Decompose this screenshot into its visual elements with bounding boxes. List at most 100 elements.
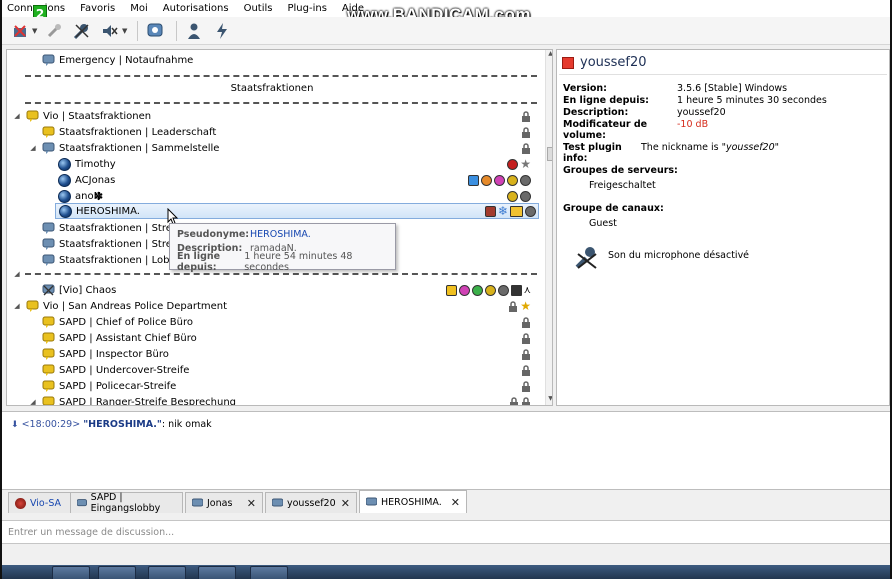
taskbar-app[interactable]	[52, 566, 90, 579]
os-taskbar	[0, 565, 892, 579]
client-name: Timothy	[75, 158, 116, 170]
private-chat-icon	[272, 498, 283, 506]
mic-muted-icon	[575, 247, 597, 269]
status-bar	[2, 545, 890, 565]
tab-heroshima[interactable]: HEROSHIMA. ✕	[359, 490, 467, 513]
scroll-up-icon[interactable]: ▲	[546, 50, 552, 60]
channel-group-label: Groupe de canaux:	[563, 203, 664, 214]
tooltip-nick-label: Pseudonyme:	[177, 228, 250, 240]
online-label: En ligne depuis:	[563, 95, 649, 106]
scroll-thumb[interactable]	[547, 147, 552, 161]
channel-icon	[26, 110, 39, 122]
client-badges	[468, 174, 531, 186]
contacts-button[interactable]	[182, 20, 206, 42]
gun-icon	[510, 284, 522, 296]
channel-row[interactable]: SAPD | Undercover-Streife	[7, 362, 537, 378]
chevron-down-icon[interactable]: ▼	[122, 27, 128, 35]
connection-settings-button[interactable]	[42, 20, 66, 42]
channel-row[interactable]: Emergency | Notaufnahme	[7, 52, 537, 68]
flower-icon: ✽	[94, 189, 104, 203]
menu-plugins[interactable]: Plug-ins	[287, 3, 326, 14]
menu-favoris[interactable]: Favoris	[80, 3, 115, 14]
scroll-down-icon[interactable]: ▼	[546, 395, 552, 405]
lock-icon	[509, 300, 518, 312]
channel-muted-icon	[42, 284, 55, 295]
lock-icon	[521, 142, 531, 154]
channel-name: Staatsfraktionen | Lobby	[59, 254, 182, 266]
badge-icon	[484, 205, 496, 217]
chat-input-container	[2, 520, 890, 544]
channel-badges	[509, 396, 531, 405]
channel-row[interactable]: ◢ Vio | Staatsfraktionen	[7, 108, 537, 124]
collapse-triangle-icon[interactable]: ◢	[29, 398, 37, 405]
client-row-selected[interactable]: HEROSHIMA. ❄	[55, 203, 539, 219]
client-status-icon	[58, 189, 71, 203]
client-row[interactable]: ACJonas	[7, 172, 537, 188]
channel-name: SAPD | Inspector Büro	[59, 348, 169, 360]
collapse-triangle-icon[interactable]: ◢	[13, 112, 21, 120]
channel-row[interactable]: SAPD | Inspector Büro	[7, 346, 537, 362]
hotkey-icon	[217, 22, 227, 39]
channel-row[interactable]: ◢ Vio | San Andreas Police Department ★	[7, 298, 537, 314]
close-icon[interactable]: ✕	[451, 496, 460, 509]
channel-name: Vio | Staatsfraktionen	[43, 110, 152, 122]
channel-name: SAPD | Chief of Police Büro	[59, 316, 193, 328]
disconnect-button[interactable]	[8, 20, 32, 42]
frame-border	[0, 0, 2, 579]
taskbar-app[interactable]	[98, 566, 136, 579]
lock-icon	[522, 396, 530, 405]
mute-speakers-button[interactable]	[98, 20, 122, 42]
tab-jonas[interactable]: Jonas ✕	[185, 492, 263, 513]
lock-icon	[521, 316, 531, 328]
client-badges	[507, 190, 531, 202]
chat-nick[interactable]: "HEROSHIMA."	[83, 419, 162, 430]
channel-name: SAPD | Undercover-Streife	[59, 364, 190, 376]
badge-icon	[520, 190, 531, 202]
collapse-triangle-icon[interactable]: ◢	[13, 302, 21, 310]
badge-icon	[458, 284, 470, 296]
channel-row[interactable]: SAPD | Chief of Police Büro	[7, 314, 537, 330]
description-label: Description:	[563, 107, 629, 118]
client-row[interactable]: anoN ✽	[7, 188, 537, 204]
menu-moi[interactable]: Moi	[130, 3, 148, 14]
channel-row[interactable]: SAPD | Policecar-Streife	[7, 378, 537, 394]
flame-icon	[445, 284, 457, 296]
tab-youssef20[interactable]: youssef20 ✕	[265, 492, 357, 513]
channel-row[interactable]: ◢ SAPD | Ranger-Streife Besprechung	[7, 394, 537, 405]
tab-label: Vio-SA	[30, 497, 62, 509]
channel-icon	[42, 238, 55, 250]
chat-log[interactable]: ⬇ <18:00:29> "HEROSHIMA.": nik omak	[2, 411, 890, 489]
plugin-label: Test plugin info:	[563, 142, 622, 164]
server-icon	[15, 497, 26, 509]
hotkey-button[interactable]	[210, 20, 234, 42]
collapse-triangle-icon[interactable]: ◢	[29, 144, 37, 152]
taskbar-app[interactable]	[148, 566, 186, 579]
tab-sapd-eingangslobby[interactable]: SAPD | Eingangslobby	[70, 492, 183, 514]
spacer-line	[25, 102, 537, 104]
teamspeak-window: Connexions Favoris Moi Autorisations Out…	[0, 0, 892, 579]
badge-icon	[520, 174, 531, 186]
tooltip-nick: HEROSHIMA.	[250, 228, 311, 240]
close-icon[interactable]: ✕	[247, 497, 256, 510]
chat-text: : nik omak	[161, 419, 212, 430]
close-icon[interactable]: ✕	[341, 497, 350, 510]
mute-microphone-button[interactable]	[70, 20, 94, 42]
menu-outils[interactable]: Outils	[244, 3, 273, 14]
channel-name: SAPD | Assistant Chief Büro	[59, 332, 197, 344]
chevron-down-icon[interactable]: ▼	[32, 27, 38, 35]
channel-row[interactable]: [Vio] Chaos ⋏	[7, 282, 537, 298]
away-button[interactable]	[143, 20, 167, 42]
channel-icon	[42, 142, 55, 154]
client-row[interactable]: Timothy ★	[7, 156, 537, 172]
chat-input[interactable]	[2, 521, 890, 543]
taskbar-app[interactable]	[198, 566, 236, 579]
menu-autorisations[interactable]: Autorisations	[163, 3, 229, 14]
tree-scrollbar[interactable]: ▲ ▼	[545, 50, 552, 405]
client-badges: ★	[507, 157, 531, 171]
channel-row[interactable]: SAPD | Assistant Chief Büro	[7, 330, 537, 346]
taskbar-app[interactable]	[250, 566, 288, 579]
collapse-triangle-icon[interactable]: ◢	[13, 270, 21, 278]
channel-row[interactable]: ◢ Staatsfraktionen | Sammelstelle	[7, 140, 537, 156]
channel-row[interactable]: Staatsfraktionen | Leaderschaft	[7, 124, 537, 140]
toolbar-separator	[176, 20, 177, 41]
